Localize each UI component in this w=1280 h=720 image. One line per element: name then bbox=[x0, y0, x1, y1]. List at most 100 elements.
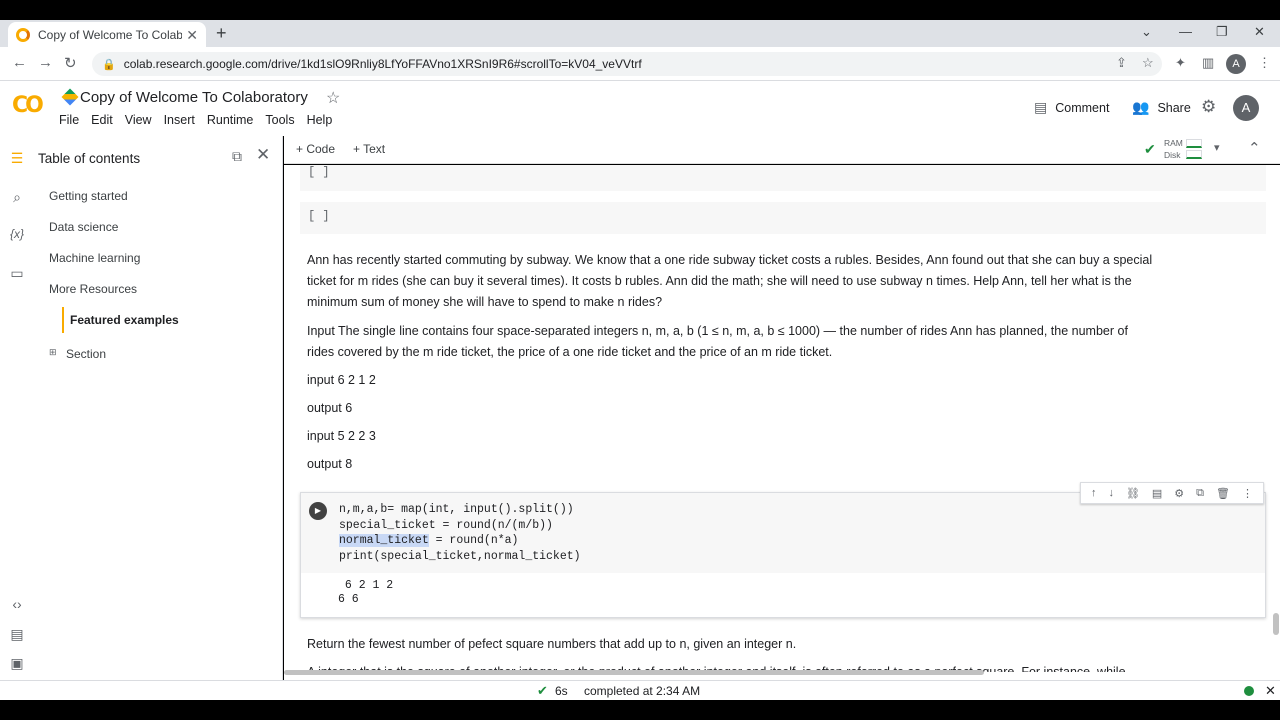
dropdown-arrow-icon[interactable]: ▾ bbox=[1214, 141, 1220, 154]
close-icon[interactable]: ✕ bbox=[256, 145, 270, 165]
disk-bar bbox=[1186, 150, 1202, 159]
sidepanel-icon[interactable]: ▥ bbox=[1202, 55, 1214, 71]
add-code-button[interactable]: + Code bbox=[296, 142, 335, 156]
cell-settings-icon[interactable]: ⚙ bbox=[1174, 487, 1184, 500]
browser-tab[interactable]: Copy of Welcome To Colaborato ✕ bbox=[8, 22, 206, 48]
code-cell[interactable]: ▶ n,m,a,b= map(int, input().split()) spec… bbox=[300, 492, 1266, 618]
left-rail: ☰ ⌕ {x} ▭ ‹› ▤ ▣ bbox=[0, 136, 34, 680]
variables-icon[interactable]: {x} bbox=[8, 227, 26, 241]
extensions-icon[interactable]: ✦ bbox=[1175, 55, 1186, 71]
colab-logo[interactable]: CO bbox=[12, 93, 44, 118]
share-button[interactable]: 👥 Share bbox=[1132, 99, 1191, 116]
terminal-icon[interactable]: ▣ bbox=[8, 655, 26, 672]
back-icon[interactable]: ← bbox=[12, 54, 27, 71]
popout-icon[interactable]: ⧉ bbox=[232, 148, 242, 165]
expand-section-icon[interactable]: ⊞ bbox=[49, 347, 57, 358]
more-options-icon[interactable]: ⋮ bbox=[1242, 487, 1253, 500]
menu-edit[interactable]: Edit bbox=[91, 113, 113, 127]
tab-search-icon[interactable]: ⌄ bbox=[1141, 24, 1152, 40]
run-cell-button[interactable]: ▶ bbox=[309, 502, 327, 520]
toc-list-icon[interactable]: ☰ bbox=[8, 150, 26, 167]
toc-item-machine-learning[interactable]: Machine learning bbox=[49, 251, 140, 265]
connection-status-dot bbox=[1244, 686, 1254, 696]
code-text[interactable]: n,m,a,b= map(int, input().split()) specia… bbox=[339, 502, 581, 564]
maximize-icon[interactable]: ❐ bbox=[1216, 24, 1228, 40]
comment-label: Comment bbox=[1055, 100, 1110, 115]
comment-icon: ▤ bbox=[1034, 99, 1048, 115]
output-line: 6 6 bbox=[338, 593, 359, 606]
bookmark-star-icon[interactable]: ☆ bbox=[1142, 55, 1154, 71]
new-tab-button[interactable]: + bbox=[216, 23, 227, 44]
toc-title: Table of contents bbox=[38, 151, 141, 166]
reload-icon[interactable]: ↻ bbox=[64, 54, 77, 72]
star-icon[interactable]: ☆ bbox=[326, 88, 340, 108]
account-avatar[interactable]: A bbox=[1233, 95, 1259, 121]
close-window-icon[interactable]: ✕ bbox=[1254, 24, 1265, 40]
horizontal-scrollbar[interactable] bbox=[284, 670, 984, 675]
toc-item-data-science[interactable]: Data science bbox=[49, 220, 118, 234]
screen: Copy of Welcome To Colaborato ✕ + ⌄ — ❐ … bbox=[0, 0, 1280, 720]
menu-insert[interactable]: Insert bbox=[164, 113, 195, 127]
move-down-icon[interactable]: ↓ bbox=[1108, 487, 1114, 499]
move-up-icon[interactable]: ↑ bbox=[1091, 487, 1097, 499]
cell-output: 6 2 1 26 6 bbox=[338, 579, 393, 607]
people-icon: 👥 bbox=[1132, 99, 1150, 115]
address-bar[interactable]: 🔒 colab.research.google.com/drive/1kd1sl… bbox=[92, 52, 1162, 76]
empty-code-cell[interactable]: [ ] bbox=[300, 165, 1266, 191]
bottom-letterbox bbox=[0, 700, 1280, 720]
menu-file[interactable]: File bbox=[59, 113, 79, 127]
add-text-button[interactable]: + Text bbox=[353, 142, 385, 156]
toc-panel: Table of contents ⧉ ✕ Getting started Da… bbox=[34, 136, 283, 680]
files-folder-icon[interactable]: ▭ bbox=[8, 265, 26, 282]
menu-help[interactable]: Help bbox=[307, 113, 333, 127]
browser-menu-icon[interactable]: ⋮ bbox=[1258, 55, 1271, 71]
comment-icon[interactable]: ▤ bbox=[1152, 487, 1162, 500]
resources-indicator[interactable]: RAM Disk bbox=[1164, 137, 1183, 161]
code-line: normal_ticket = round(n*a) bbox=[339, 534, 519, 547]
code-line: n,m,a,b= map(int, input().split()) bbox=[339, 503, 574, 516]
menu-view[interactable]: View bbox=[125, 113, 152, 127]
menu-runtime[interactable]: Runtime bbox=[207, 113, 254, 127]
notebook-title[interactable]: Copy of Welcome To Colaboratory bbox=[80, 89, 308, 106]
browser-tabstrip: Copy of Welcome To Colaborato ✕ + ⌄ — ❐ … bbox=[0, 20, 1280, 48]
code-snippets-icon[interactable]: ‹› bbox=[8, 596, 26, 612]
forward-icon[interactable]: → bbox=[38, 54, 53, 71]
menu-tools[interactable]: Tools bbox=[265, 113, 294, 127]
toc-item-featured-examples[interactable]: Featured examples bbox=[62, 307, 179, 333]
share-label: Share bbox=[1157, 100, 1191, 115]
example-output-2: output 8 bbox=[307, 457, 353, 471]
code-line: special_ticket = round(n/(m/b)) bbox=[339, 518, 553, 532]
toc-item-section[interactable]: Section bbox=[66, 347, 106, 361]
vertical-scrollbar[interactable] bbox=[1273, 613, 1279, 635]
comment-button[interactable]: ▤ Comment bbox=[1034, 99, 1109, 116]
delete-icon[interactable]: 🗑 bbox=[1216, 487, 1230, 500]
settings-gear-icon[interactable]: ⚙ bbox=[1201, 97, 1216, 117]
output-line: 6 2 1 2 bbox=[338, 579, 394, 592]
run-duration: 6s bbox=[555, 684, 568, 698]
link-icon[interactable]: ⛓ bbox=[1126, 487, 1140, 500]
browser-toolbar: ← → ↻ 🔒 colab.research.google.com/drive/… bbox=[0, 47, 1280, 81]
menu-bar: File Edit View Insert Runtime Tools Help bbox=[59, 113, 332, 127]
notebook-area: [ ] [ ] Ann has recently started commuti… bbox=[284, 165, 1280, 680]
browser-profile-avatar[interactable]: A bbox=[1226, 54, 1246, 74]
empty-code-cell[interactable]: [ ] bbox=[300, 202, 1266, 234]
lock-icon: 🔒 bbox=[102, 58, 116, 71]
mirror-cell-icon[interactable]: ⧉ bbox=[1196, 487, 1204, 500]
tab-title: Copy of Welcome To Colaborato bbox=[38, 28, 183, 42]
search-icon[interactable]: ⌕ bbox=[8, 189, 26, 206]
code-editor[interactable]: ▶ n,m,a,b= map(int, input().split()) spec… bbox=[301, 493, 1265, 573]
example-input-2: input 5 2 2 3 bbox=[307, 429, 376, 443]
share-page-icon[interactable]: ⇪ bbox=[1116, 55, 1127, 71]
example-output-1: output 6 bbox=[307, 401, 353, 415]
close-status-icon[interactable]: ✕ bbox=[1265, 683, 1276, 699]
problem-input-spec: Input The single line contains four spac… bbox=[307, 324, 1128, 359]
ram-label: RAM bbox=[1164, 138, 1183, 148]
collapse-chevron-icon[interactable]: ⌃ bbox=[1248, 139, 1261, 157]
command-palette-icon[interactable]: ▤ bbox=[8, 626, 26, 643]
tab-close-icon[interactable]: ✕ bbox=[186, 27, 198, 44]
minimize-icon[interactable]: — bbox=[1179, 24, 1192, 39]
connected-check-icon: ✔ bbox=[1144, 141, 1156, 157]
toc-item-more-resources[interactable]: More Resources bbox=[49, 282, 137, 296]
status-message[interactable]: completed at 2:34 AM bbox=[584, 684, 700, 698]
toc-item-getting-started[interactable]: Getting started bbox=[49, 189, 128, 203]
